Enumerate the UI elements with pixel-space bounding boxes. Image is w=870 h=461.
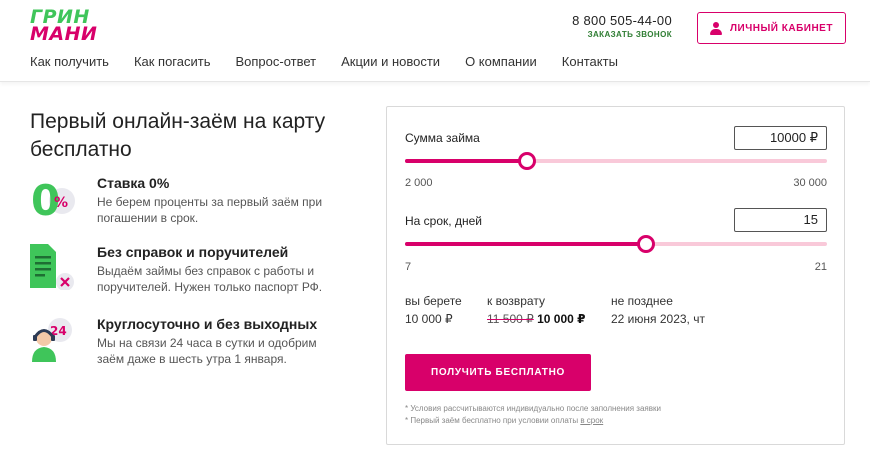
return-label: к возврату — [487, 294, 545, 308]
nav-item-news[interactable]: Акции и новости — [341, 54, 440, 69]
amount-slider[interactable] — [405, 152, 827, 170]
nav-item-contacts[interactable]: Контакты — [562, 54, 618, 69]
nav-item-about[interactable]: О компании — [465, 54, 537, 69]
term-min: 7 — [405, 261, 412, 273]
take-value: 10 000 ₽ — [405, 312, 453, 326]
nav-item-how-to-repay[interactable]: Как погасить — [134, 54, 211, 69]
due-summary: не позднее 22 июня 2023, чт — [611, 294, 705, 326]
feature-title: Без справок и поручителей — [97, 244, 289, 260]
svg-text:%: % — [54, 195, 68, 211]
hero-title: Первый онлайн-заём на карту бесплатно — [30, 110, 326, 161]
loan-calculator: Сумма займа 10000 ₽ 2 000 30 000 На срок… — [386, 106, 845, 445]
take-summary: вы берете 10 000 ₽ — [405, 294, 462, 326]
feature-title: Круглосуточно и без выходных — [97, 316, 318, 332]
logo-line-2: МАНИ — [30, 23, 98, 45]
feature-description: Мы на связи 24 часа в сутки и одобрим за… — [97, 336, 317, 366]
term-slider[interactable] — [405, 235, 827, 253]
site-header: ГРИН МАНИ 8 800 505-44-00 ЗАКАЗАТЬ ЗВОНО… — [0, 0, 870, 82]
term-slider-handle[interactable] — [636, 235, 655, 253]
document-icon — [30, 244, 74, 290]
term-label: На срок, дней — [405, 214, 482, 228]
personal-cabinet-button[interactable]: ЛИЧНЫЙ КАБИНЕТ — [697, 12, 846, 44]
due-value: 22 июня 2023, чт — [611, 312, 705, 326]
note-conditions: * Условия рассчитываются индивидуально п… — [405, 404, 661, 413]
note-first-loan: * Первый заём бесплатно при условии опла… — [405, 416, 603, 425]
user-icon — [710, 21, 723, 35]
logo[interactable]: ГРИН МАНИ — [30, 8, 98, 45]
return-old-value: 11 500 ₽ — [487, 312, 534, 326]
term-max: 21 — [814, 261, 827, 273]
amount-slider-fill — [405, 159, 528, 163]
feature-description: Не берем проценты за первый заём при пог… — [97, 195, 323, 225]
main-nav: Как получить Как погасить Вопрос-ответ А… — [30, 54, 643, 69]
zero-percent-icon: 0 % — [31, 176, 75, 221]
take-label: вы берете — [405, 294, 462, 308]
get-free-button[interactable]: ПОЛУЧИТЬ БЕСПЛАТНО — [405, 354, 591, 391]
phone-number[interactable]: 8 800 505-44-00 — [560, 13, 672, 28]
feature-title: Ставка 0% — [97, 175, 170, 191]
term-input[interactable]: 15 — [734, 208, 827, 232]
amount-input[interactable]: 10000 ₽ — [734, 126, 827, 150]
support-24-icon: 24 — [32, 318, 72, 362]
amount-slider-handle[interactable] — [518, 152, 537, 170]
on-time-link[interactable]: в срок — [580, 416, 603, 425]
due-label: не позднее — [611, 294, 673, 308]
term-slider-fill — [405, 242, 646, 246]
nav-item-how-to-get[interactable]: Как получить — [30, 54, 109, 69]
amount-max: 30 000 — [793, 177, 827, 189]
nav-item-faq[interactable]: Вопрос-ответ — [235, 54, 316, 69]
note-first-loan-text: * Первый заём бесплатно при условии опла… — [405, 416, 579, 425]
return-new-value: 10 000 ₽ — [537, 312, 586, 326]
amount-label: Сумма займа — [405, 131, 480, 145]
amount-min: 2 000 — [405, 177, 433, 189]
order-call-link[interactable]: ЗАКАЗАТЬ ЗВОНОК — [560, 30, 672, 39]
return-summary: к возврату 11 500 ₽ 10 000 ₽ — [487, 294, 586, 326]
personal-cabinet-label: ЛИЧНЫЙ КАБИНЕТ — [730, 22, 833, 34]
feature-description: Выдаём займы без справок с работы и пору… — [97, 264, 323, 294]
